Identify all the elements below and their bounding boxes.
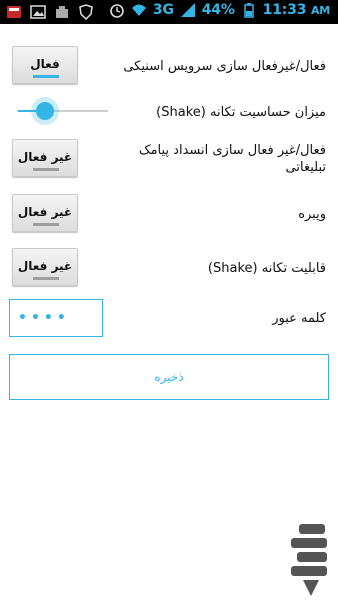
battery-percent: 44% (201, 2, 235, 18)
battery-icon (243, 3, 254, 18)
shield-icon (79, 4, 93, 20)
status-bar: 3G 44% 11:33 AM (0, 0, 338, 24)
ad-block-toggle-button[interactable]: غیر فعال (12, 139, 78, 177)
service-toggle-button[interactable]: فعال (12, 46, 78, 84)
gallery-icon (30, 5, 46, 19)
notification-icon (7, 6, 21, 18)
shake-toggle-button-label: غیر فعال (17, 259, 73, 273)
vibrate-toggle-button-label: غیر فعال (17, 205, 73, 219)
service-toggle-button-label: فعال (30, 57, 60, 71)
network-type: 3G (152, 2, 174, 18)
vibrate-toggle-button[interactable]: غیر فعال (12, 194, 78, 232)
settings-screen: فعال/غیرفعال سازی سرویس اسنیکی فعال میزا… (0, 24, 338, 600)
toggle-indicator (33, 223, 59, 226)
shake-toggle-button[interactable]: غیر فعال (12, 248, 78, 286)
ad-block-toggle-button-label: غیر فعال (17, 150, 73, 164)
app-icon (56, 6, 68, 18)
wifi-icon (131, 4, 146, 16)
sensitivity-label: میزان حساسیت تکانه (Shake) (156, 105, 326, 120)
toggle-indicator (33, 168, 59, 171)
alarm-icon (110, 4, 124, 18)
app-logo (291, 524, 327, 596)
vibrate-label: ویبره (298, 207, 326, 222)
signal-icon (180, 3, 195, 17)
password-input[interactable]: •••• (9, 299, 103, 337)
clock-time: 11:33 (262, 2, 307, 18)
toggle-indicator (33, 277, 59, 280)
clock: 11:33 AM (262, 2, 331, 18)
shake-label: قابلیت تکانه (Shake) (207, 261, 326, 276)
password-label: کلمه عبور (272, 311, 326, 326)
slider-thumb[interactable] (36, 102, 54, 120)
service-toggle-label: فعال/غیرفعال سازی سرویس اسنیکی (123, 59, 326, 74)
save-button[interactable]: ذخیره (9, 354, 329, 400)
ad-block-label: فعال/غیر فعال سازی انسداد پیامک تبلیغاتی (138, 143, 326, 175)
toggle-indicator (33, 75, 59, 78)
clock-ampm: AM (310, 4, 330, 17)
sensitivity-slider[interactable] (18, 100, 108, 122)
